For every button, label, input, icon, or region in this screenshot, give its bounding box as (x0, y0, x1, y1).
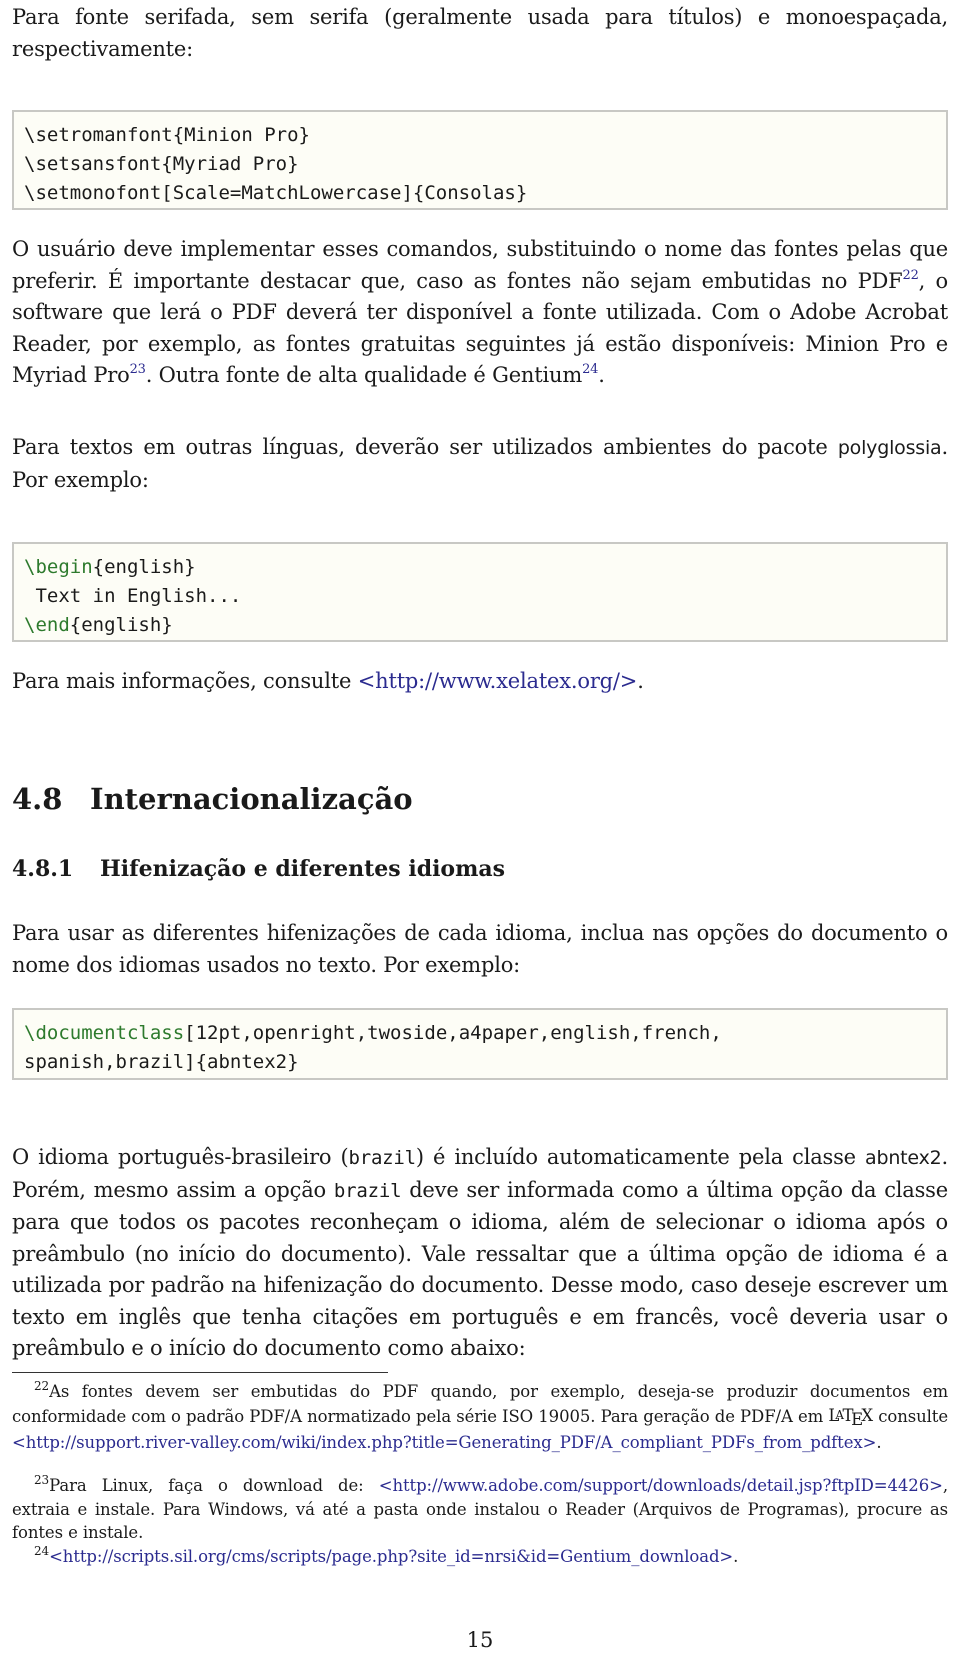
gentium-link[interactable]: <http://scripts.sil.org/cms/scripts/page… (49, 1547, 733, 1566)
footnote-ref-23[interactable]: 23 (130, 362, 146, 377)
code-keyword: \documentclass (24, 1022, 185, 1044)
latex-logo: LATEX (828, 1406, 874, 1429)
fonts-paragraph: O usuário deve implementar esses comando… (12, 237, 948, 387)
polyglossia-paragraph: Para textos em outras línguas, deverão s… (12, 435, 948, 492)
code-line: \setsansfont{Myriad Pro} (24, 153, 299, 175)
hyphenation-paragraph: Para usar as diferentes hifenizações de … (12, 921, 948, 977)
code-block-english: \begin{english} Text in English... \end{e… (12, 542, 948, 642)
package-name: abntex2 (865, 1147, 942, 1169)
subsection-number: 4.8.1 (12, 856, 74, 882)
code-keyword: \end (24, 614, 70, 636)
code-line: \begin{english} (24, 556, 196, 578)
code-line: \setromanfont{Minion Pro} (24, 124, 310, 146)
code-line: Text in English... (24, 585, 242, 607)
package-name: polyglossia (837, 437, 942, 459)
code-block-documentclass: \documentclass[12pt,openright,twoside,a4… (12, 1008, 948, 1080)
section-number: 4.8 (12, 782, 63, 816)
subsection-title: Hifenização e diferentes idiomas (100, 856, 506, 882)
code-line: \end{english} (24, 614, 173, 636)
river-valley-link[interactable]: <http://support.river-valley.com/wiki/in… (12, 1433, 876, 1452)
footnote-23: 23Para Linux, faça o download de: <http:… (12, 1473, 948, 1542)
section-heading: 4.8 Internacionalização (12, 782, 948, 816)
footnote-22: 22As fontes devem ser embutidas do PDF q… (12, 1379, 948, 1453)
inline-code: brazil (333, 1179, 402, 1202)
xelatex-link[interactable]: <http://www.xelatex.org/> (358, 669, 638, 693)
more-info-paragraph: Para mais informações, consulte <http://… (12, 669, 644, 693)
footnote-ref-24[interactable]: 24 (582, 362, 598, 377)
brazil-paragraph: O idioma português-brasileiro (brazil) é… (12, 1145, 948, 1360)
adobe-link[interactable]: <http://www.adobe.com/support/downloads/… (379, 1476, 943, 1495)
page-number: 15 (466, 1628, 494, 1652)
section-title: Internacionalização (90, 782, 413, 816)
subsection-heading: 4.8.1 Hifenização e diferentes idiomas (12, 856, 948, 882)
footnote-rule (12, 1372, 388, 1373)
code-keyword: \begin (24, 556, 93, 578)
intro-paragraph: Para fonte serifada, sem serifa (geralme… (12, 5, 948, 61)
footnote-24: 24<http://scripts.sil.org/cms/scripts/pa… (34, 1544, 739, 1566)
code-line: spanish,brazil]{abntex2} (24, 1051, 299, 1073)
code-line: \setmonofont[Scale=MatchLowercase]{Conso… (24, 182, 528, 204)
code-line: \documentclass[12pt,openright,twoside,a4… (24, 1022, 722, 1044)
code-block-fonts: \setromanfont{Minion Pro} \setsansfont{My… (12, 110, 948, 210)
inline-code: brazil (348, 1147, 416, 1169)
footnote-ref-22[interactable]: 22 (903, 268, 919, 283)
